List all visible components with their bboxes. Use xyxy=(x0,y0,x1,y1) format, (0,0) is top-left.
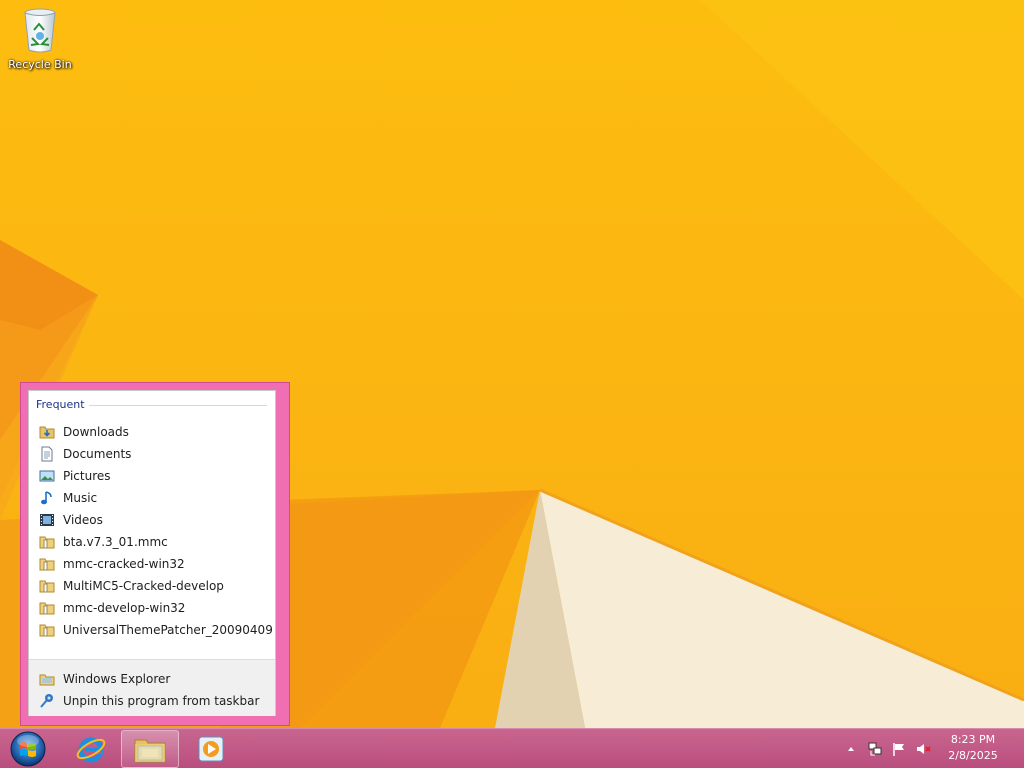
jump-item-videos[interactable]: Videos xyxy=(35,509,271,531)
windows-explorer-task[interactable]: Windows Explorer xyxy=(35,668,271,690)
folder-icon xyxy=(39,600,55,616)
flag-icon xyxy=(893,743,904,756)
system-clock[interactable]: 8:23 PM 2/8/2025 xyxy=(938,732,1008,764)
jump-item-music[interactable]: Music xyxy=(35,487,271,509)
desktop: Recycle Bin Frequent Downloads Documents xyxy=(0,0,1024,728)
start-button[interactable] xyxy=(0,730,56,768)
jump-item-folder[interactable]: bta.v7.3_01.mmc xyxy=(35,531,271,553)
jump-item-label: Downloads xyxy=(63,425,129,439)
notification-area xyxy=(842,729,932,769)
windows-explorer-taskbar-button[interactable] xyxy=(121,730,179,768)
jump-item-label: Videos xyxy=(63,513,103,527)
unpin-icon xyxy=(39,693,55,709)
recycle-bin-label: Recycle Bin xyxy=(8,58,72,71)
clock-time: 8:23 PM xyxy=(950,733,996,746)
volume-muted-icon xyxy=(917,744,931,754)
network-tray-button[interactable] xyxy=(866,740,884,758)
action-center-tray-button[interactable] xyxy=(890,740,908,758)
videos-icon xyxy=(39,512,55,528)
show-hidden-icons-button[interactable] xyxy=(842,740,860,758)
media-player-button[interactable] xyxy=(182,730,240,768)
folder-icon xyxy=(39,578,55,594)
jump-item-pictures[interactable]: Pictures xyxy=(35,465,271,487)
unpin-task[interactable]: Unpin this program from taskbar xyxy=(35,690,271,712)
jump-item-label: UniversalThemePatcher_20090409 xyxy=(63,623,273,637)
jump-item-label: MultiMC5-Cracked-develop xyxy=(63,579,224,593)
internet-explorer-icon xyxy=(76,737,106,763)
downloads-folder-icon xyxy=(39,424,55,440)
music-icon xyxy=(39,490,55,506)
jump-list-panel: Frequent Downloads Documents Pictures Mu… xyxy=(28,390,276,716)
jump-item-folder[interactable]: mmc-cracked-win32 xyxy=(35,553,271,575)
jump-item-label: Documents xyxy=(63,447,132,461)
chevron-up-icon xyxy=(848,747,854,751)
jump-item-downloads[interactable]: Downloads xyxy=(35,421,271,443)
folder-icon xyxy=(39,622,55,638)
media-player-icon xyxy=(198,736,224,762)
folder-icon xyxy=(39,534,55,550)
jump-item-folder[interactable]: MultiMC5-Cracked-develop xyxy=(35,575,271,597)
task-label: Windows Explorer xyxy=(63,672,171,686)
clock-date: 2/8/2025 xyxy=(948,749,998,762)
volume-tray-button[interactable] xyxy=(914,740,932,758)
folder-library-icon xyxy=(134,739,166,763)
pictures-icon xyxy=(39,468,55,484)
jump-item-label: bta.v7.3_01.mmc xyxy=(63,535,168,549)
jump-item-label: mmc-cracked-win32 xyxy=(63,557,185,571)
explorer-jump-list: Frequent Downloads Documents Pictures Mu… xyxy=(20,382,290,726)
frequent-header: Frequent xyxy=(36,398,85,411)
recycle-bin-icon xyxy=(24,8,56,53)
tasks-list: Windows Explorer Unpin this program from… xyxy=(35,668,271,712)
jump-item-folder[interactable]: UniversalThemePatcher_20090409 xyxy=(35,619,273,641)
frequent-list: Downloads Documents Pictures Music Video… xyxy=(35,421,273,641)
jump-list-tasks: Windows Explorer Unpin this program from… xyxy=(29,659,275,716)
windows-explorer-icon xyxy=(39,671,55,687)
recycle-bin[interactable]: Recycle Bin xyxy=(4,6,76,71)
jump-item-documents[interactable]: Documents xyxy=(35,443,271,465)
taskbar: 8:23 PM 2/8/2025 xyxy=(0,728,1024,768)
task-label: Unpin this program from taskbar xyxy=(63,694,260,708)
network-icon xyxy=(868,742,882,756)
documents-icon xyxy=(39,446,55,462)
folder-icon xyxy=(39,556,55,572)
header-divider xyxy=(89,405,267,406)
jump-item-label: Music xyxy=(63,491,98,505)
jump-item-folder[interactable]: mmc-develop-win32 xyxy=(35,597,271,619)
jump-item-label: mmc-develop-win32 xyxy=(63,601,186,615)
windows-orb-icon xyxy=(10,731,46,767)
internet-explorer-button[interactable] xyxy=(62,730,120,768)
jump-item-label: Pictures xyxy=(63,469,111,483)
